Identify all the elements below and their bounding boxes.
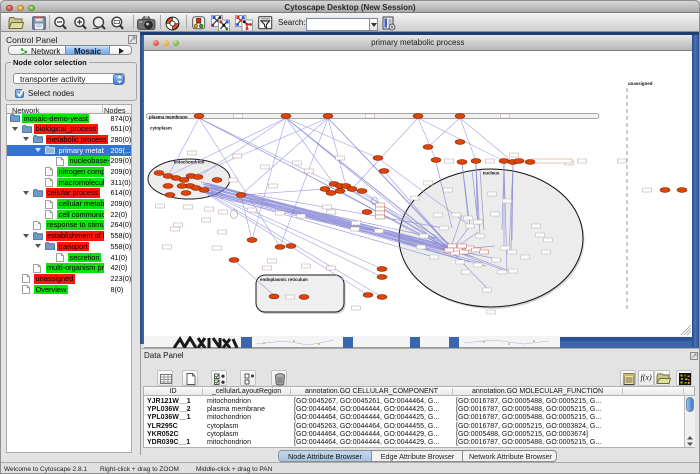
- svg-text:nucleus: nucleus: [483, 171, 500, 176]
- svg-text:plasma membrane: plasma membrane: [149, 115, 188, 120]
- svg-text:cytoplasm: cytoplasm: [150, 126, 172, 131]
- svg-text:unassigned: unassigned: [628, 81, 653, 86]
- svg-text:endoplasmic reticulum: endoplasmic reticulum: [260, 277, 308, 282]
